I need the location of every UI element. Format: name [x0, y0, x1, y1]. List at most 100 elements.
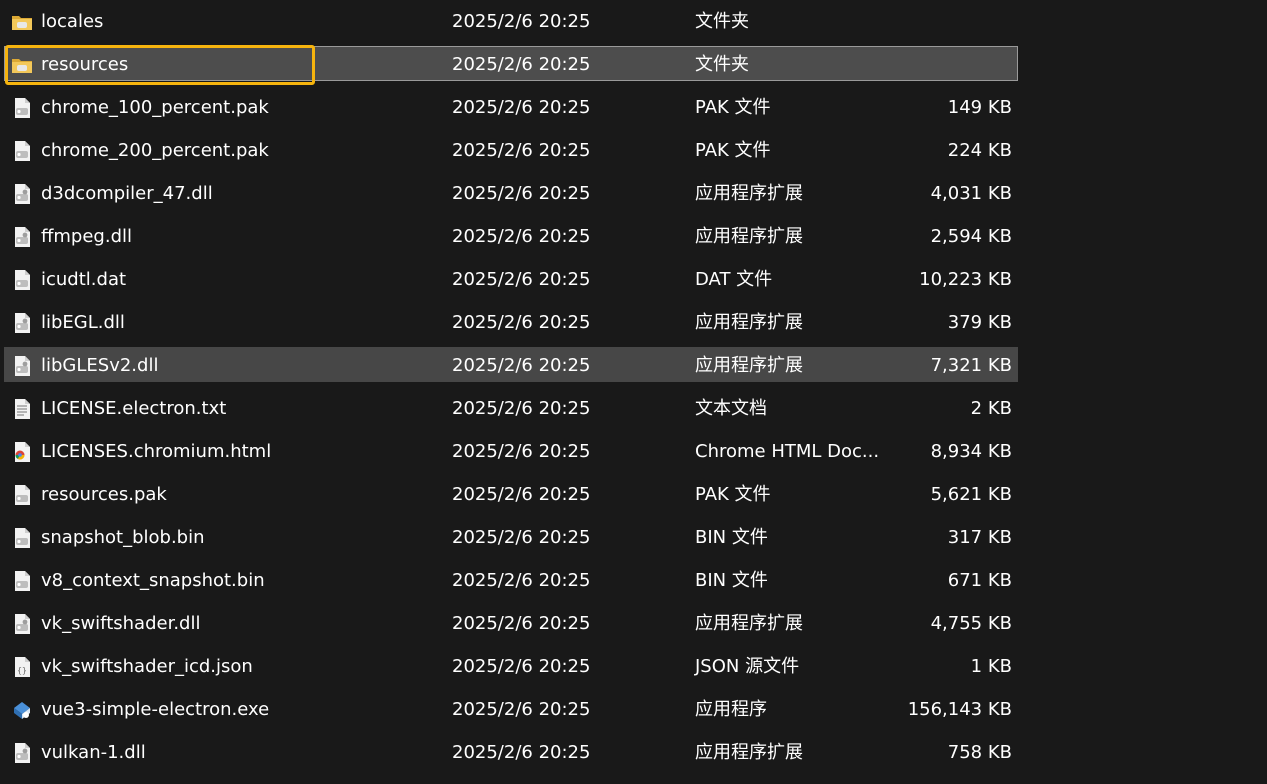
- file-size: 2 KB: [970, 398, 1012, 419]
- file-size: 156,143 KB: [907, 699, 1012, 720]
- file-size: 671 KB: [947, 570, 1012, 591]
- file-type: JSON 源文件: [695, 656, 800, 677]
- file-size: 1 KB: [970, 656, 1012, 677]
- file-row[interactable]: d3dcompiler_47.dll 2025/2/6 20:25 应用程序扩展 4,…: [0, 174, 1267, 217]
- file-size: 10,223 KB: [919, 269, 1012, 290]
- file-type: 应用程序扩展: [695, 226, 803, 247]
- file-size: 5,621 KB: [930, 484, 1012, 505]
- text-file-icon: [11, 398, 33, 420]
- file-name: libEGL.dll: [41, 312, 125, 333]
- file-type: PAK 文件: [695, 140, 771, 161]
- file-name: libGLESv2.dll: [41, 355, 159, 376]
- file-row[interactable]: {} vk_swiftshader_icd.json 2025/2/6 20:25 J…: [0, 647, 1267, 690]
- generic-file-icon: [11, 527, 33, 549]
- file-size: 2,594 KB: [930, 226, 1012, 247]
- file-modified-date: 2025/2/6 20:25: [452, 484, 591, 505]
- file-modified-date: 2025/2/6 20:25: [452, 269, 591, 290]
- file-name: icudtl.dat: [41, 269, 127, 290]
- file-modified-date: 2025/2/6 20:25: [452, 11, 591, 32]
- file-row[interactable]: libGLESv2.dll 2025/2/6 20:25 应用程序扩展 7,321 K…: [0, 346, 1267, 389]
- dll-file-icon: [11, 312, 33, 334]
- file-name: d3dcompiler_47.dll: [41, 183, 213, 204]
- file-row[interactable]: LICENSES.chromium.html 2025/2/6 20:25 Chro…: [0, 432, 1267, 475]
- generic-file-icon: [11, 97, 33, 119]
- file-type: BIN 文件: [695, 527, 768, 548]
- file-modified-date: 2025/2/6 20:25: [452, 226, 591, 247]
- file-modified-date: 2025/2/6 20:25: [452, 613, 591, 634]
- file-type: 文件夹: [695, 11, 749, 32]
- file-type: BIN 文件: [695, 570, 768, 591]
- file-size: 224 KB: [947, 140, 1012, 161]
- file-name: vk_swiftshader.dll: [41, 613, 201, 634]
- file-row[interactable]: LICENSE.electron.txt 2025/2/6 20:25 文本文档 2 …: [0, 389, 1267, 432]
- file-row[interactable]: vue3-simple-electron.exe 2025/2/6 20:25 应用…: [0, 690, 1267, 733]
- file-type: 应用程序: [695, 699, 767, 720]
- file-type: 应用程序扩展: [695, 742, 803, 763]
- file-modified-date: 2025/2/6 20:25: [452, 54, 591, 75]
- file-name: locales: [41, 11, 104, 32]
- file-modified-date: 2025/2/6 20:25: [452, 656, 591, 677]
- file-type: DAT 文件: [695, 269, 773, 290]
- file-size: 317 KB: [947, 527, 1012, 548]
- file-modified-date: 2025/2/6 20:25: [452, 97, 591, 118]
- file-modified-date: 2025/2/6 20:25: [452, 312, 591, 333]
- file-type: PAK 文件: [695, 97, 771, 118]
- file-row[interactable]: vulkan-1.dll 2025/2/6 20:25 应用程序扩展 758 KB: [0, 733, 1267, 776]
- electron-app-icon: [11, 699, 33, 721]
- file-type: Chrome HTML Doc...: [695, 441, 880, 462]
- file-size: 8,934 KB: [930, 441, 1012, 462]
- chrome-html-file-icon: [11, 441, 33, 463]
- file-modified-date: 2025/2/6 20:25: [452, 441, 591, 462]
- file-type: 应用程序扩展: [695, 355, 803, 376]
- file-name: LICENSE.electron.txt: [41, 398, 227, 419]
- file-modified-date: 2025/2/6 20:25: [452, 355, 591, 376]
- file-type: 应用程序扩展: [695, 183, 803, 204]
- file-row[interactable]: resources 2025/2/6 20:25 文件夹: [0, 45, 1267, 88]
- file-type: PAK 文件: [695, 484, 771, 505]
- file-size: 758 KB: [947, 742, 1012, 763]
- file-type: 文件夹: [695, 54, 749, 75]
- svg-text:{}: {}: [17, 666, 27, 675]
- file-name: resources.pak: [41, 484, 167, 505]
- file-name: chrome_200_percent.pak: [41, 140, 269, 161]
- file-size: 4,755 KB: [930, 613, 1012, 634]
- file-row[interactable]: chrome_200_percent.pak 2025/2/6 20:25 PAK …: [0, 131, 1267, 174]
- file-modified-date: 2025/2/6 20:25: [452, 183, 591, 204]
- file-name: vulkan-1.dll: [41, 742, 146, 763]
- file-size: 149 KB: [947, 97, 1012, 118]
- generic-file-icon: [11, 570, 33, 592]
- file-size: 379 KB: [947, 312, 1012, 333]
- folder-icon: [11, 11, 33, 33]
- folder-icon: [11, 54, 33, 76]
- dll-file-icon: [11, 742, 33, 764]
- file-row[interactable]: resources.pak 2025/2/6 20:25 PAK 文件 5,621 K…: [0, 475, 1267, 518]
- json-file-icon: {}: [11, 656, 33, 678]
- file-list: locales 2025/2/6 20:25 文件夹 resources 2025/2/…: [0, 2, 1267, 776]
- file-modified-date: 2025/2/6 20:25: [452, 570, 591, 591]
- file-modified-date: 2025/2/6 20:25: [452, 699, 591, 720]
- generic-file-icon: [11, 484, 33, 506]
- file-name: LICENSES.chromium.html: [41, 441, 272, 462]
- file-row[interactable]: icudtl.dat 2025/2/6 20:25 DAT 文件 10,223 KB: [0, 260, 1267, 303]
- file-type: 应用程序扩展: [695, 613, 803, 634]
- file-modified-date: 2025/2/6 20:25: [452, 398, 591, 419]
- dll-file-icon: [11, 183, 33, 205]
- file-name: ffmpeg.dll: [41, 226, 133, 247]
- file-name: chrome_100_percent.pak: [41, 97, 269, 118]
- generic-file-icon: [11, 140, 33, 162]
- file-modified-date: 2025/2/6 20:25: [452, 742, 591, 763]
- file-type: 应用程序扩展: [695, 312, 803, 333]
- file-row[interactable]: chrome_100_percent.pak 2025/2/6 20:25 PAK …: [0, 88, 1267, 131]
- file-name: vk_swiftshader_icd.json: [41, 656, 253, 677]
- dll-file-icon: [11, 355, 33, 377]
- file-row[interactable]: vk_swiftshader.dll 2025/2/6 20:25 应用程序扩展 4,…: [0, 604, 1267, 647]
- dll-file-icon: [11, 613, 33, 635]
- file-modified-date: 2025/2/6 20:25: [452, 527, 591, 548]
- file-modified-date: 2025/2/6 20:25: [452, 140, 591, 161]
- file-row[interactable]: v8_context_snapshot.bin 2025/2/6 20:25 BIN…: [0, 561, 1267, 604]
- file-row[interactable]: snapshot_blob.bin 2025/2/6 20:25 BIN 文件 317…: [0, 518, 1267, 561]
- file-row[interactable]: ffmpeg.dll 2025/2/6 20:25 应用程序扩展 2,594 KB: [0, 217, 1267, 260]
- file-row[interactable]: locales 2025/2/6 20:25 文件夹: [0, 2, 1267, 45]
- generic-file-icon: [11, 269, 33, 291]
- file-row[interactable]: libEGL.dll 2025/2/6 20:25 应用程序扩展 379 KB: [0, 303, 1267, 346]
